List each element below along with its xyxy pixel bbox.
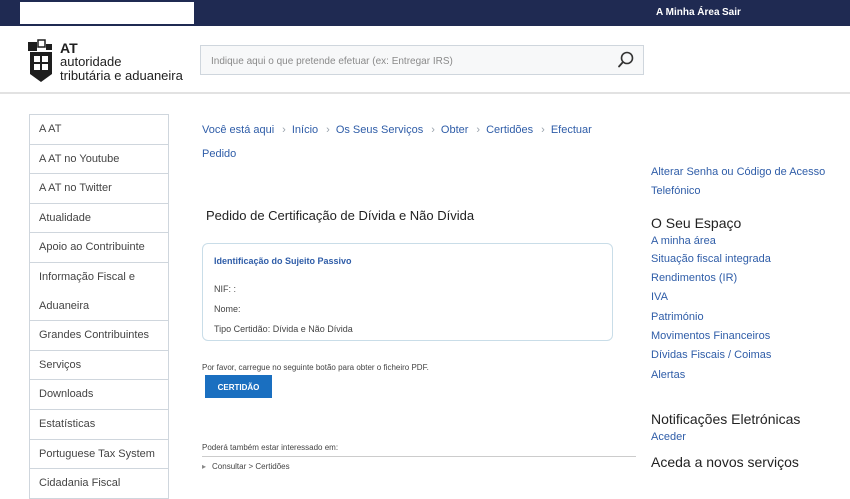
breadcrumb-prefix: Você está aqui [202,124,275,136]
breadcrumb-item[interactable]: Obter [441,124,469,136]
sidebar-item-label: Atualidade [39,211,91,224]
breadcrumb: Você está aqui › Início › Os Seus Serviços › O… [202,118,622,166]
my-space-heading: O Seu Espaço [651,215,742,231]
change-password-link[interactable]: Alterar Senha ou Código de Acesso [651,166,825,178]
sidebar-item-apoio[interactable]: Apoio ao Contribuinte [29,233,169,263]
arrow-right-icon: ▸ [202,462,207,471]
space-link-my-area[interactable]: A minha área [651,235,716,247]
top-bar: A Minha Área Sair [0,0,850,26]
breadcrumb-chevron-icon: › [541,124,545,136]
breadcrumb-chevron-icon: › [431,124,435,136]
breadcrumb-item[interactable]: Efectuar [551,124,592,136]
sidebar-item-servicos[interactable]: Serviços [29,350,169,381]
sidebar-item-youtube[interactable]: A AT no Youtube [29,144,169,175]
sidebar-item-atualidade[interactable]: Atualidade [29,203,169,234]
my-area-link[interactable]: A Minha Área [656,7,720,18]
breadcrumb-chevron-icon: › [282,124,286,136]
page-title: Pedido de Certificação de Dívida e Não D… [206,208,475,223]
sidebar-item-label: Portuguese Tax System [39,447,155,460]
space-link-alerts[interactable]: Alertas [651,369,685,381]
sidebar-item-label: A AT no Twitter [39,182,112,195]
divider [202,456,636,457]
notifications-access-link[interactable]: Aceder [651,431,686,443]
sidebar-item-grandes-contribuintes[interactable]: Grandes Contribuintes [29,321,169,351]
space-link-financial-movements[interactable]: Movimentos Financeiros [651,330,770,342]
sidebar-item-label: A AT no Youtube [39,152,120,165]
sidebar-item-a-at[interactable]: A AT [29,114,169,145]
space-link-income[interactable]: Rendimentos (IR) [651,272,737,284]
top-bar-blank-area [20,2,194,24]
space-link-patrimony[interactable]: Património [651,311,704,323]
breadcrumb-item[interactable]: Certidões [486,124,533,136]
search-box [200,45,644,75]
breadcrumb-chevron-icon: › [326,124,330,136]
site-header: AT autoridade tributária e aduaneira [0,26,850,94]
nif-field: NIF: : [214,284,236,294]
logo-line-3: tributária e aduaneira [60,68,183,83]
logo-line-2: autoridade [60,54,122,69]
sidebar-nav: A AT A AT no Youtube A AT no Twitter Atu… [29,114,169,499]
certificate-button[interactable]: CERTIDÃO [205,375,272,398]
sidebar-item-twitter[interactable]: A AT no Twitter [29,174,169,204]
interest-link[interactable]: ▸ Consultar > Certidões [202,462,290,471]
certificate-type-field: Tipo Certidão: Dívida e Não Dívida [214,324,353,334]
space-link-tax-debts[interactable]: Dívidas Fiscais / Coimas [651,349,771,361]
logo-text[interactable]: AT autoridade tributária e aduaneira [60,41,183,83]
breadcrumb-item[interactable]: Os Seus Serviços [336,124,423,136]
space-link-fiscal-situation[interactable]: Situação fiscal integrada [651,253,771,265]
logout-link[interactable]: Sair [722,7,741,18]
sidebar-item-label: Cidadania Fiscal [39,477,121,490]
new-services-heading: Aceda a novos serviços [651,454,799,470]
sidebar-item-label: Downloads [39,388,94,401]
interest-link-label: Consultar > Certidões [212,462,290,471]
taxpayer-id-box: Identificação do Sujeito Passivo NIF: : … [202,243,613,341]
change-password-link-cont[interactable]: Telefónico [651,185,701,197]
sidebar-item-label: Grandes Contribuintes [39,329,150,342]
sidebar-item-portuguese-tax[interactable]: Portuguese Tax System [29,439,169,470]
sidebar-item-downloads[interactable]: Downloads [29,380,169,410]
breadcrumb-item[interactable]: Início [292,124,318,136]
logo-line-1: AT [60,40,78,56]
space-link-iva[interactable]: IVA [651,291,668,303]
sidebar-item-label: Serviços [39,358,82,371]
breadcrumb-chevron-icon: › [476,124,481,136]
sidebar-item-label: Apoio ao Contribuinte [39,241,145,254]
sidebar-item-estatisticas[interactable]: Estatísticas [29,409,169,440]
search-input[interactable] [209,52,613,70]
sidebar-item-label: Informação Fiscal e [39,270,135,283]
sidebar-item-cidadania-fiscal[interactable]: Cidadania Fiscal [29,469,169,499]
sidebar-item-label: A AT [39,123,62,135]
interest-heading: Poderá também estar interessado em: [202,443,339,452]
pdf-notice: Por favor, carregue no seguinte botão pa… [202,363,429,372]
sidebar-item-informacao-fiscal[interactable]: Informação Fiscal e Aduaneira [29,262,169,322]
notifications-heading: Notificações Eletrónicas [651,411,801,427]
id-box-title: Identificação do Sujeito Passivo [214,256,352,266]
at-logo-icon[interactable] [26,38,56,82]
breadcrumb-item[interactable]: Pedido [202,148,236,160]
sidebar-item-label: Aduaneira [39,299,90,312]
sidebar-item-label: Estatísticas [39,417,96,430]
name-field: Nome: [214,304,241,314]
search-icon[interactable] [617,51,635,69]
